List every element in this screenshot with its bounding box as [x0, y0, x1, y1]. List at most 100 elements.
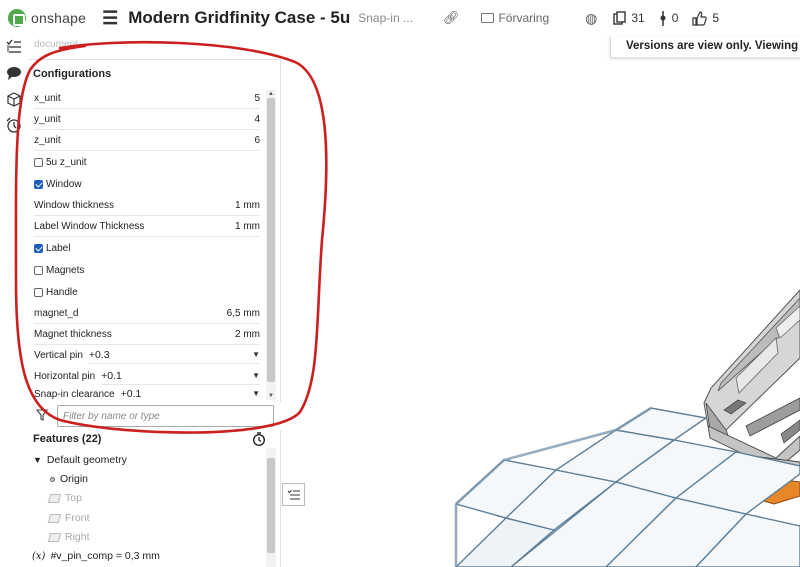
- top-plane-label: Top: [65, 492, 82, 504]
- y-unit-value[interactable]: 4: [254, 114, 260, 125]
- list-view-toggle-icon[interactable]: [282, 483, 305, 506]
- onshape-window: onshape ☰ Modern Gridfinity Case - 5u Sn…: [0, 0, 800, 567]
- checkbox-handle[interactable]: [34, 287, 43, 297]
- config-label-window-thickness[interactable]: Label Window Thickness 1 mm: [34, 217, 260, 237]
- chevron-down-icon[interactable]: ▼: [33, 455, 42, 465]
- config-window-checkbox[interactable]: Window: [34, 174, 260, 194]
- config-magnet-thickness[interactable]: Magnet thickness 2 mm: [34, 325, 260, 345]
- magnet-d-label: magnet_d: [34, 308, 79, 319]
- feature-right-plane[interactable]: Right: [47, 531, 90, 543]
- checkbox-window[interactable]: [34, 179, 43, 189]
- horizontal-pin-dropdown[interactable]: +0.1 ▼: [101, 367, 260, 385]
- z-unit-value[interactable]: 6: [254, 135, 260, 146]
- filter-funnel-icon[interactable]: [35, 409, 49, 424]
- history-clock-icon[interactable]: [6, 117, 22, 133]
- config-snap-clearance[interactable]: Snap-in clearance +0.1 ▼: [34, 386, 260, 402]
- config-scrollbar[interactable]: ▲ ▼: [266, 90, 276, 400]
- magnets-label: Magnets: [46, 264, 85, 276]
- window-thickness-value[interactable]: 1 mm: [235, 200, 260, 211]
- snap-clearance-value: +0.1: [120, 387, 142, 400]
- config-window-thickness[interactable]: Window thickness 1 mm: [34, 196, 260, 216]
- checkbox-5u-z-unit[interactable]: [34, 157, 43, 167]
- front-plane-label: Front: [65, 512, 90, 524]
- folder-link[interactable]: Förvaring: [481, 11, 549, 25]
- copy-icon: [613, 11, 627, 25]
- config-z-unit[interactable]: z_unit 6: [34, 131, 260, 151]
- menu-icon[interactable]: ☰: [102, 8, 118, 29]
- configurations-panel: Configurations x_unit 5 y_unit 4 z_unit …: [28, 59, 281, 402]
- config-handle-checkbox[interactable]: Handle: [34, 282, 260, 302]
- default-geometry-label: Default geometry: [46, 454, 127, 466]
- snap-clearance-dropdown[interactable]: +0.1 ▼: [121, 386, 260, 402]
- link-usage-icon: [660, 10, 666, 26]
- plane-icon: [47, 513, 62, 523]
- plane-icon: [47, 532, 62, 542]
- config-horizontal-pin[interactable]: Horizontal pin +0.1 ▼: [34, 366, 260, 386]
- window-thickness-label: Window thickness: [34, 200, 115, 211]
- onshape-logo-icon: [8, 9, 26, 27]
- config-label-checkbox[interactable]: Label: [34, 238, 260, 258]
- features-scrollbar[interactable]: [266, 448, 276, 567]
- default-geometry-group[interactable]: ▼ Default geometry: [33, 454, 127, 466]
- copies-stat[interactable]: 31: [613, 11, 645, 25]
- 5u-z-unit-label: 5u z_unit: [46, 156, 87, 168]
- links-stat[interactable]: 0: [659, 10, 679, 26]
- config-scroll-thumb[interactable]: [267, 98, 275, 382]
- chevron-down-icon: ▼: [252, 389, 260, 398]
- breadcrumb[interactable]: document: [34, 39, 78, 50]
- origin-label: Origin: [60, 473, 89, 485]
- label-label: Label: [46, 242, 71, 254]
- variable-label: #v_pin_comp = 0,3 mm: [50, 550, 160, 562]
- vertical-pin-dropdown[interactable]: +0.3 ▼: [88, 346, 260, 364]
- top-bar: onshape ☰ Modern Gridfinity Case - 5u Sn…: [0, 0, 800, 36]
- version-name[interactable]: Snap-in ...: [358, 11, 413, 25]
- feature-top-plane[interactable]: Top: [47, 492, 82, 504]
- config-magnet-d[interactable]: magnet_d 6,5 mm: [34, 304, 260, 324]
- feature-list-icon[interactable]: [6, 39, 22, 55]
- config-x-unit[interactable]: x_unit 5: [34, 89, 260, 109]
- label-window-thickness-value[interactable]: 1 mm: [235, 221, 260, 232]
- magnet-thickness-value[interactable]: 2 mm: [235, 329, 260, 340]
- checkbox-magnets[interactable]: [34, 265, 43, 275]
- config-5u-checkbox[interactable]: 5u z_unit: [34, 152, 260, 172]
- config-y-unit[interactable]: y_unit 4: [34, 110, 260, 130]
- scroll-down-icon[interactable]: ▼: [266, 392, 276, 400]
- document-title[interactable]: Modern Gridfinity Case - 5u: [128, 8, 350, 28]
- config-vertical-pin[interactable]: Vertical pin +0.3 ▼: [34, 345, 260, 365]
- feature-variable[interactable]: (x) #v_pin_comp = 0,3 mm: [32, 550, 160, 562]
- z-unit-label: z_unit: [34, 135, 61, 146]
- features-header: Features (22): [33, 433, 102, 445]
- rollback-timer-icon[interactable]: [252, 432, 266, 449]
- link-icon[interactable]: 🔗︎: [443, 10, 460, 26]
- checkbox-label[interactable]: [34, 243, 43, 253]
- x-unit-value[interactable]: 5: [254, 93, 260, 104]
- public-globe-icon[interactable]: ◍: [585, 10, 597, 27]
- magnet-d-value[interactable]: 6,5 mm: [227, 308, 260, 319]
- onshape-logo[interactable]: onshape: [8, 9, 86, 27]
- copies-count: 31: [631, 11, 645, 25]
- likes-stat[interactable]: 5: [692, 10, 719, 26]
- comments-icon[interactable]: [6, 65, 22, 81]
- variable-icon: (x): [32, 550, 46, 562]
- right-plane-label: Right: [65, 531, 90, 543]
- vertical-pin-value: +0.3: [88, 348, 110, 361]
- graphics-viewport[interactable]: [306, 58, 800, 567]
- y-unit-label: y_unit: [34, 114, 61, 125]
- feature-origin[interactable]: Origin: [50, 473, 88, 485]
- feature-tree: Features (22) ▼ Default geometry Origin …: [28, 430, 281, 567]
- window-label: Window: [46, 178, 82, 190]
- magnet-thickness-label: Magnet thickness: [34, 329, 112, 340]
- config-magnets-checkbox[interactable]: Magnets: [34, 260, 260, 280]
- feature-front-plane[interactable]: Front: [47, 512, 90, 524]
- links-count: 0: [671, 11, 679, 25]
- feature-filter-input[interactable]: [57, 405, 274, 427]
- parts-cube-icon[interactable]: [6, 91, 22, 107]
- features-scroll-thumb[interactable]: [267, 458, 275, 553]
- gridfinity-case-model[interactable]: [306, 58, 800, 567]
- chevron-down-icon: ▼: [252, 371, 260, 380]
- horizontal-pin-value: +0.1: [101, 369, 122, 382]
- logo-text: onshape: [31, 10, 87, 26]
- thumbs-up-icon: [692, 10, 708, 26]
- label-window-thickness-label: Label Window Thickness: [34, 221, 145, 232]
- scroll-up-icon[interactable]: ▲: [266, 90, 276, 98]
